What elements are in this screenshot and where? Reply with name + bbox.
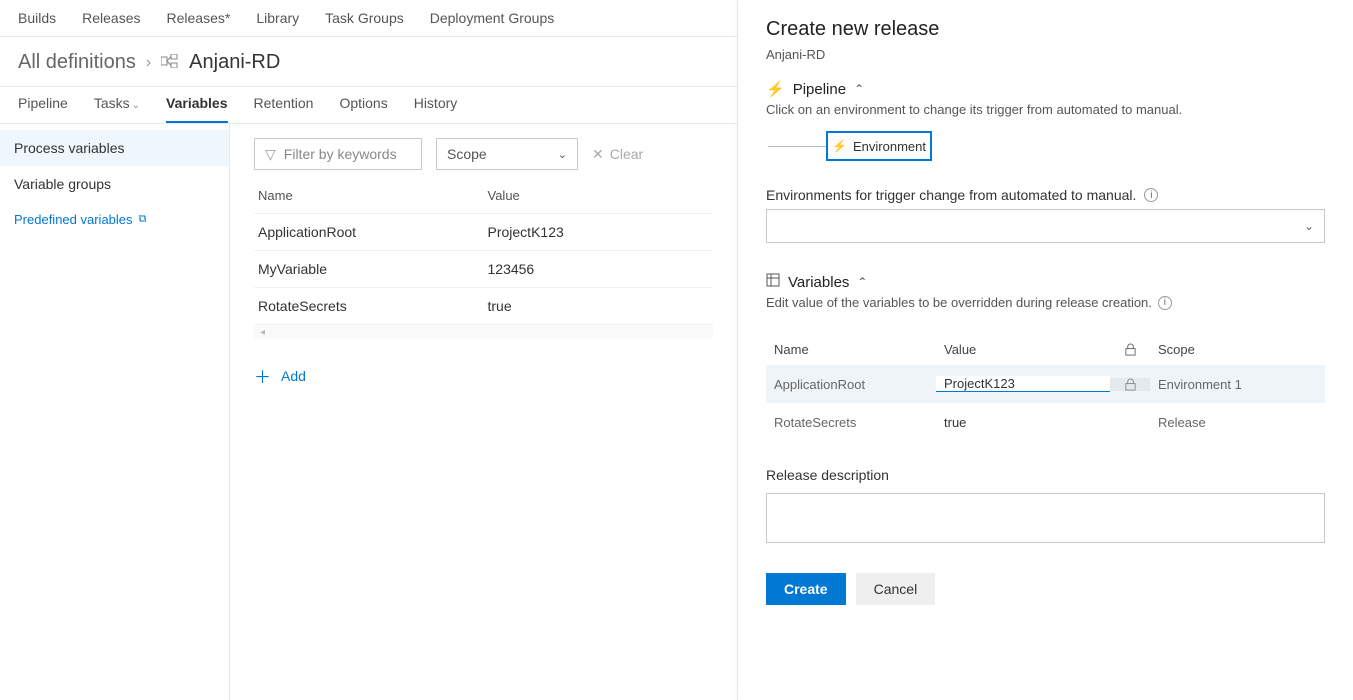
variables-table: Name Value ApplicationRootProjectK123 My…: [254, 178, 713, 325]
external-link-icon: ⧉: [139, 213, 147, 226]
release-description-label: Release description: [766, 467, 1325, 483]
nav-deployment-groups[interactable]: Deployment Groups: [430, 10, 555, 26]
tab-pipeline[interactable]: Pipeline: [18, 95, 68, 123]
filter-placeholder: Filter by keywords: [284, 146, 397, 162]
scope-label: Scope: [447, 146, 487, 162]
create-button[interactable]: Create: [766, 573, 846, 605]
table-row[interactable]: ApplicationRootProjectK123: [254, 214, 713, 251]
release-definition-icon: [161, 54, 179, 72]
table-row[interactable]: ApplicationRoot ProjectK123 Environment …: [766, 365, 1325, 403]
table-row[interactable]: RotateSecretstrue: [254, 288, 713, 325]
col-header-lock: [1110, 343, 1150, 356]
info-icon[interactable]: i: [1144, 188, 1158, 202]
section-pipeline-desc: Click on an environment to change its tr…: [766, 102, 1325, 117]
tab-retention[interactable]: Retention: [254, 95, 314, 123]
chevron-down-icon: ⌄: [558, 148, 567, 161]
nav-task-groups[interactable]: Task Groups: [325, 10, 404, 26]
panel-subtitle: Anjani-RD: [766, 47, 1325, 62]
chevron-up-icon: ⌃: [857, 275, 867, 289]
pipeline-connector: [768, 146, 826, 147]
pipeline-diagram: ⚡ Environment: [766, 131, 1325, 161]
sub-tabs: Pipeline Tasks⌄ Variables Retention Opti…: [0, 87, 737, 124]
sidebar-item-variable-groups[interactable]: Variable groups: [0, 166, 229, 202]
env-select-label: Environments for trigger change from aut…: [766, 187, 1325, 203]
bolt-icon: ⚡: [832, 139, 847, 153]
cancel-button[interactable]: Cancel: [856, 573, 936, 605]
env-select[interactable]: ⌄: [766, 209, 1325, 243]
tab-variables[interactable]: Variables: [166, 95, 228, 123]
col-header-name: Name: [254, 188, 484, 203]
breadcrumb: All definitions › Anjani-RD: [0, 37, 737, 87]
lock-toggle[interactable]: [1110, 378, 1150, 391]
chevron-up-icon: ⌃: [854, 82, 864, 96]
tab-tasks[interactable]: Tasks⌄: [94, 95, 140, 123]
definition-name: Anjani-RD: [189, 51, 280, 74]
tab-history[interactable]: History: [414, 95, 458, 123]
clear-button[interactable]: ✕ Clear: [592, 146, 643, 163]
col-header-value: Value: [936, 342, 1110, 357]
table-row[interactable]: RotateSecrets true Release: [766, 403, 1325, 441]
section-variables-desc: Edit value of the variables to be overri…: [766, 295, 1325, 310]
nav-library[interactable]: Library: [256, 10, 299, 26]
create-release-panel: Create new release Anjani-RD ⚡ Pipeline …: [738, 0, 1353, 700]
release-description-input[interactable]: [766, 493, 1325, 543]
breadcrumb-root[interactable]: All definitions: [18, 51, 136, 74]
chevron-down-icon: ⌄: [132, 100, 140, 111]
chevron-down-icon: ⌄: [1304, 219, 1314, 233]
panel-title: Create new release: [766, 18, 1325, 41]
nav-releases[interactable]: Releases: [82, 10, 140, 26]
lock-icon: [1124, 343, 1137, 356]
nav-builds[interactable]: Builds: [18, 10, 56, 26]
col-header-name: Name: [766, 342, 936, 357]
override-variables-table: Name Value Scope ApplicationRoot Project…: [766, 334, 1325, 441]
sidebar-item-process-variables[interactable]: Process variables: [0, 130, 229, 166]
add-variable-button[interactable]: ＋ Add: [254, 339, 713, 388]
tab-options[interactable]: Options: [339, 95, 387, 123]
col-header-value: Value: [484, 188, 714, 203]
variables-content: ▽ Filter by keywords Scope ⌄ ✕ Clear Nam…: [230, 124, 737, 700]
value-input[interactable]: ProjectK123: [936, 376, 1110, 392]
sidebar-link-predefined[interactable]: Predefined variables⧉: [0, 202, 229, 237]
nav-releases-star[interactable]: Releases*: [167, 10, 231, 26]
chevron-right-icon: ›: [146, 54, 151, 72]
filter-icon: ▽: [265, 146, 276, 163]
close-icon: ✕: [592, 146, 604, 163]
section-variables-toggle[interactable]: Variables ⌃: [766, 273, 1325, 291]
scroll-left-icon[interactable]: ◂: [254, 325, 713, 339]
col-header-scope: Scope: [1150, 342, 1325, 357]
scope-select[interactable]: Scope ⌄: [436, 138, 578, 170]
section-pipeline-toggle[interactable]: ⚡ Pipeline ⌃: [766, 80, 1325, 98]
variables-icon: [766, 273, 780, 291]
top-nav: Builds Releases Releases* Library Task G…: [0, 0, 737, 37]
plus-icon: ＋: [254, 363, 271, 388]
info-icon[interactable]: i: [1158, 296, 1172, 310]
bolt-icon: ⚡: [766, 80, 785, 98]
sidebar: Process variables Variable groups Predef…: [0, 124, 230, 700]
table-row[interactable]: MyVariable123456: [254, 251, 713, 288]
environment-box[interactable]: ⚡ Environment: [826, 131, 932, 161]
lock-icon: [1124, 378, 1137, 391]
filter-input[interactable]: ▽ Filter by keywords: [254, 138, 422, 170]
